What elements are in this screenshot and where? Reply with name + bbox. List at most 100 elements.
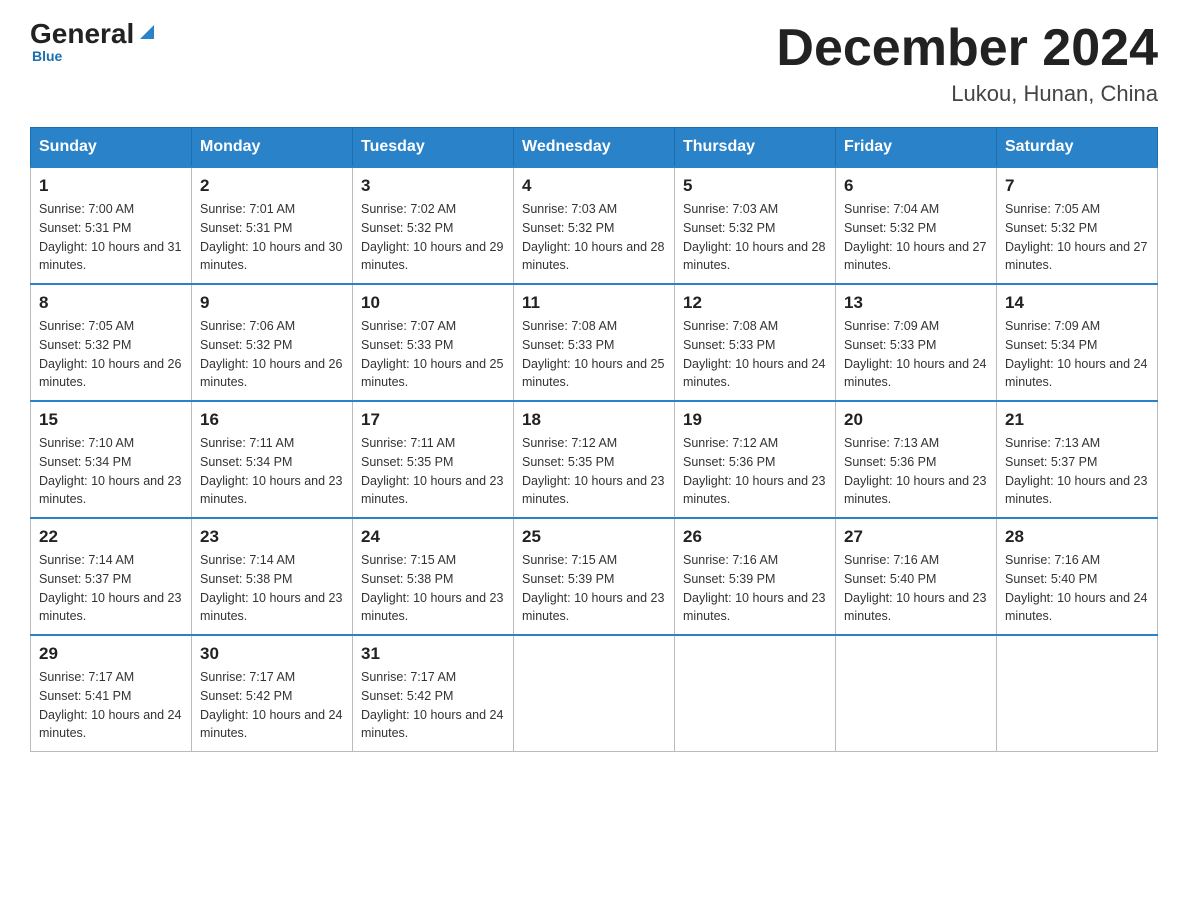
daylight-label: Daylight: 10 hours and 24 minutes. (1005, 357, 1147, 390)
daylight-label: Daylight: 10 hours and 23 minutes. (844, 591, 986, 624)
sunrise-label: Sunrise: 7:11 AM (361, 436, 455, 450)
calendar-cell: 25 Sunrise: 7:15 AM Sunset: 5:39 PM Dayl… (514, 518, 675, 635)
day-info: Sunrise: 7:09 AM Sunset: 5:34 PM Dayligh… (1005, 317, 1149, 392)
day-number: 30 (200, 644, 344, 664)
sunset-label: Sunset: 5:33 PM (683, 338, 775, 352)
day-info: Sunrise: 7:11 AM Sunset: 5:34 PM Dayligh… (200, 434, 344, 509)
sunrise-label: Sunrise: 7:13 AM (1005, 436, 1100, 450)
calendar-cell: 14 Sunrise: 7:09 AM Sunset: 5:34 PM Dayl… (997, 284, 1158, 401)
calendar-cell: 26 Sunrise: 7:16 AM Sunset: 5:39 PM Dayl… (675, 518, 836, 635)
day-info: Sunrise: 7:14 AM Sunset: 5:37 PM Dayligh… (39, 551, 183, 626)
calendar-cell (997, 635, 1158, 752)
day-number: 18 (522, 410, 666, 430)
day-number: 14 (1005, 293, 1149, 313)
sunset-label: Sunset: 5:32 PM (361, 221, 453, 235)
daylight-label: Daylight: 10 hours and 27 minutes. (1005, 240, 1147, 273)
weekday-header-saturday: Saturday (997, 128, 1158, 168)
title-area: December 2024 Lukou, Hunan, China (776, 20, 1158, 107)
day-info: Sunrise: 7:08 AM Sunset: 5:33 PM Dayligh… (522, 317, 666, 392)
week-row-1: 1 Sunrise: 7:00 AM Sunset: 5:31 PM Dayli… (31, 167, 1158, 284)
daylight-label: Daylight: 10 hours and 23 minutes. (522, 474, 664, 507)
weekday-header-thursday: Thursday (675, 128, 836, 168)
day-info: Sunrise: 7:17 AM Sunset: 5:42 PM Dayligh… (200, 668, 344, 743)
sunrise-label: Sunrise: 7:17 AM (39, 670, 134, 684)
sunrise-label: Sunrise: 7:16 AM (844, 553, 939, 567)
daylight-label: Daylight: 10 hours and 25 minutes. (522, 357, 664, 390)
daylight-label: Daylight: 10 hours and 24 minutes. (844, 357, 986, 390)
sunrise-label: Sunrise: 7:12 AM (522, 436, 617, 450)
day-number: 1 (39, 176, 183, 196)
sunrise-label: Sunrise: 7:14 AM (200, 553, 295, 567)
day-info: Sunrise: 7:12 AM Sunset: 5:36 PM Dayligh… (683, 434, 827, 509)
day-number: 24 (361, 527, 505, 547)
day-info: Sunrise: 7:01 AM Sunset: 5:31 PM Dayligh… (200, 200, 344, 275)
sunset-label: Sunset: 5:42 PM (361, 689, 453, 703)
sunset-label: Sunset: 5:31 PM (39, 221, 131, 235)
day-number: 23 (200, 527, 344, 547)
daylight-label: Daylight: 10 hours and 30 minutes. (200, 240, 342, 273)
calendar-cell (675, 635, 836, 752)
daylight-label: Daylight: 10 hours and 27 minutes. (844, 240, 986, 273)
sunset-label: Sunset: 5:38 PM (361, 572, 453, 586)
sunrise-label: Sunrise: 7:01 AM (200, 202, 295, 216)
calendar-cell: 13 Sunrise: 7:09 AM Sunset: 5:33 PM Dayl… (836, 284, 997, 401)
weekday-header-tuesday: Tuesday (353, 128, 514, 168)
daylight-label: Daylight: 10 hours and 23 minutes. (200, 591, 342, 624)
day-number: 31 (361, 644, 505, 664)
day-info: Sunrise: 7:14 AM Sunset: 5:38 PM Dayligh… (200, 551, 344, 626)
sunrise-label: Sunrise: 7:09 AM (1005, 319, 1100, 333)
calendar-cell: 28 Sunrise: 7:16 AM Sunset: 5:40 PM Dayl… (997, 518, 1158, 635)
day-number: 17 (361, 410, 505, 430)
sunrise-label: Sunrise: 7:16 AM (1005, 553, 1100, 567)
logo: General Blue (30, 20, 158, 64)
weekday-header-monday: Monday (192, 128, 353, 168)
calendar-cell: 18 Sunrise: 7:12 AM Sunset: 5:35 PM Dayl… (514, 401, 675, 518)
daylight-label: Daylight: 10 hours and 26 minutes. (200, 357, 342, 390)
day-number: 5 (683, 176, 827, 196)
day-info: Sunrise: 7:06 AM Sunset: 5:32 PM Dayligh… (200, 317, 344, 392)
day-info: Sunrise: 7:05 AM Sunset: 5:32 PM Dayligh… (39, 317, 183, 392)
sunrise-label: Sunrise: 7:02 AM (361, 202, 456, 216)
day-number: 9 (200, 293, 344, 313)
logo-subtitle: Blue (32, 48, 62, 64)
sunrise-label: Sunrise: 7:03 AM (683, 202, 778, 216)
sunrise-label: Sunrise: 7:03 AM (522, 202, 617, 216)
sunset-label: Sunset: 5:39 PM (522, 572, 614, 586)
daylight-label: Daylight: 10 hours and 24 minutes. (361, 708, 503, 741)
calendar-cell (836, 635, 997, 752)
sunrise-label: Sunrise: 7:00 AM (39, 202, 134, 216)
day-info: Sunrise: 7:13 AM Sunset: 5:36 PM Dayligh… (844, 434, 988, 509)
day-info: Sunrise: 7:12 AM Sunset: 5:35 PM Dayligh… (522, 434, 666, 509)
sunset-label: Sunset: 5:33 PM (844, 338, 936, 352)
day-info: Sunrise: 7:00 AM Sunset: 5:31 PM Dayligh… (39, 200, 183, 275)
calendar-cell: 6 Sunrise: 7:04 AM Sunset: 5:32 PM Dayli… (836, 167, 997, 284)
calendar-cell: 17 Sunrise: 7:11 AM Sunset: 5:35 PM Dayl… (353, 401, 514, 518)
day-info: Sunrise: 7:10 AM Sunset: 5:34 PM Dayligh… (39, 434, 183, 509)
calendar-cell: 9 Sunrise: 7:06 AM Sunset: 5:32 PM Dayli… (192, 284, 353, 401)
calendar-cell: 27 Sunrise: 7:16 AM Sunset: 5:40 PM Dayl… (836, 518, 997, 635)
weekday-header-sunday: Sunday (31, 128, 192, 168)
logo-triangle-icon (136, 21, 158, 43)
sunset-label: Sunset: 5:32 PM (683, 221, 775, 235)
sunset-label: Sunset: 5:32 PM (39, 338, 131, 352)
calendar-cell: 4 Sunrise: 7:03 AM Sunset: 5:32 PM Dayli… (514, 167, 675, 284)
sunset-label: Sunset: 5:34 PM (200, 455, 292, 469)
day-info: Sunrise: 7:15 AM Sunset: 5:38 PM Dayligh… (361, 551, 505, 626)
sunrise-label: Sunrise: 7:13 AM (844, 436, 939, 450)
sunset-label: Sunset: 5:32 PM (200, 338, 292, 352)
calendar-cell: 23 Sunrise: 7:14 AM Sunset: 5:38 PM Dayl… (192, 518, 353, 635)
weekday-header-row: SundayMondayTuesdayWednesdayThursdayFrid… (31, 128, 1158, 168)
sunrise-label: Sunrise: 7:17 AM (200, 670, 295, 684)
day-number: 25 (522, 527, 666, 547)
day-info: Sunrise: 7:15 AM Sunset: 5:39 PM Dayligh… (522, 551, 666, 626)
daylight-label: Daylight: 10 hours and 31 minutes. (39, 240, 181, 273)
daylight-label: Daylight: 10 hours and 24 minutes. (39, 708, 181, 741)
calendar-cell: 10 Sunrise: 7:07 AM Sunset: 5:33 PM Dayl… (353, 284, 514, 401)
day-info: Sunrise: 7:09 AM Sunset: 5:33 PM Dayligh… (844, 317, 988, 392)
weekday-header-friday: Friday (836, 128, 997, 168)
day-info: Sunrise: 7:16 AM Sunset: 5:40 PM Dayligh… (844, 551, 988, 626)
day-number: 20 (844, 410, 988, 430)
sunset-label: Sunset: 5:35 PM (361, 455, 453, 469)
calendar-cell: 21 Sunrise: 7:13 AM Sunset: 5:37 PM Dayl… (997, 401, 1158, 518)
day-number: 21 (1005, 410, 1149, 430)
